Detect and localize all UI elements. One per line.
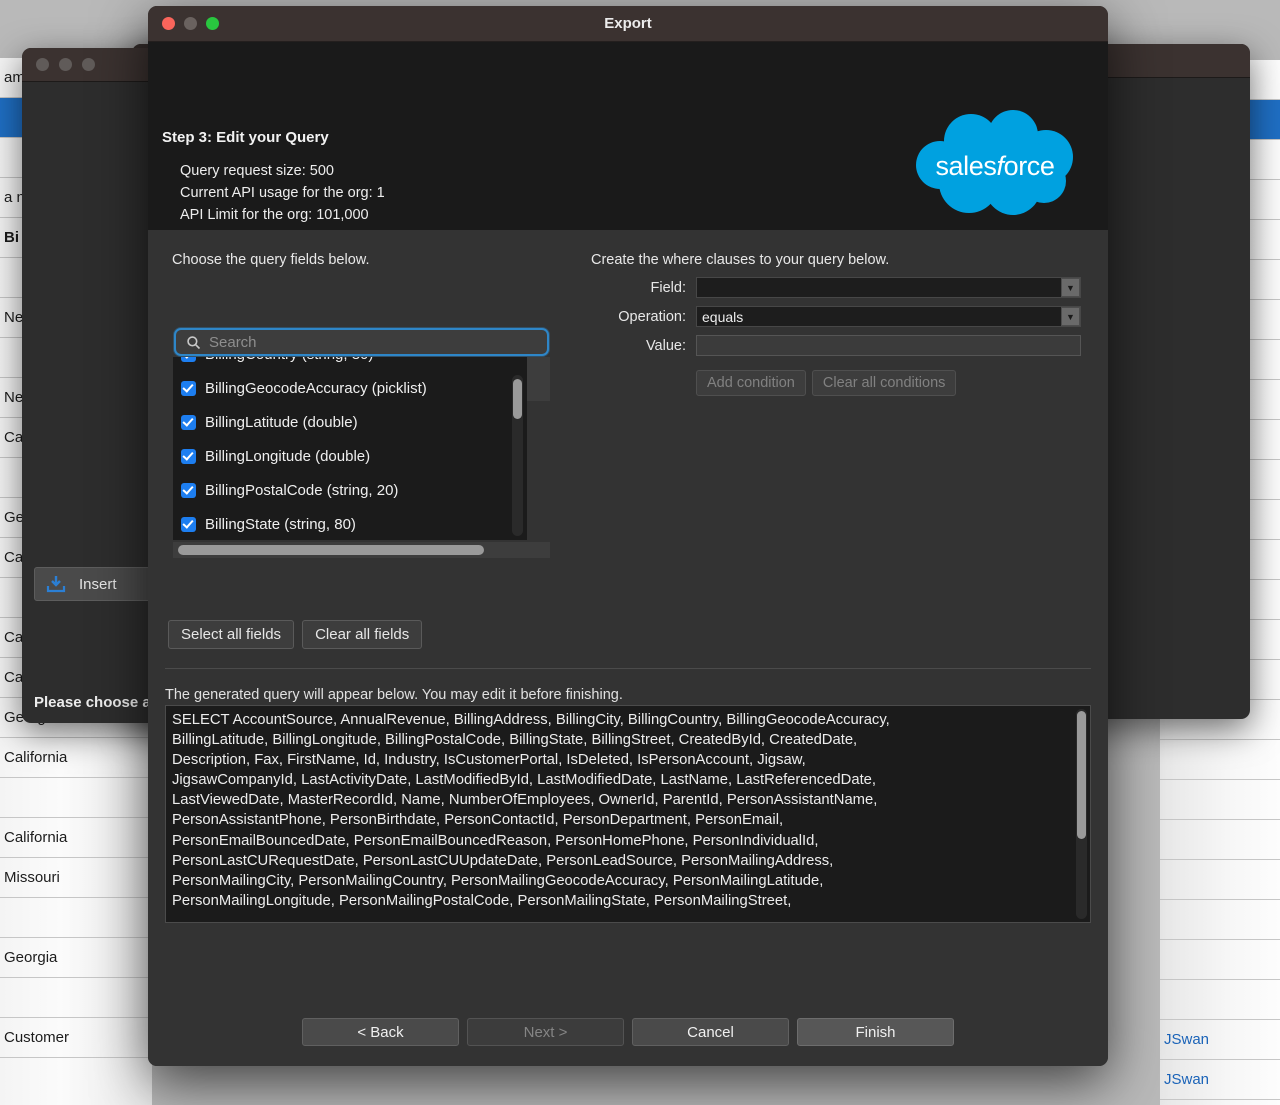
export-dialog[interactable]: Export Step 3: Edit your Query Query req… xyxy=(148,6,1108,1066)
query-scrollbar-track[interactable] xyxy=(1076,709,1087,919)
field-list-hscrollbar-track[interactable] xyxy=(173,542,550,558)
desktop-background: ama nBiNeNeCaGeCaCaCaliforniaGeorgiaCali… xyxy=(0,0,1280,1105)
field-list-item-label: BillingLongitude (double) xyxy=(205,447,371,465)
field-list-item[interactable]: BillingLongitude (double) xyxy=(173,439,527,473)
finish-button[interactable]: Finish xyxy=(797,1018,954,1046)
spreadsheet-row[interactable]: Georgia xyxy=(0,938,152,978)
select-all-fields-button[interactable]: Select all fields xyxy=(168,620,295,649)
field-list-item-label: BillingGeocodeAccuracy (picklist) xyxy=(205,379,427,397)
maximize-icon[interactable] xyxy=(206,17,219,30)
insert-button-label: Insert xyxy=(79,575,117,593)
search-input[interactable] xyxy=(209,333,537,351)
field-list-hscrollbar-thumb[interactable] xyxy=(178,545,484,555)
clear-all-conditions-button[interactable]: Clear all conditions xyxy=(811,370,957,396)
generated-query-box[interactable]: SELECT AccountSource, AnnualRevenue, Bil… xyxy=(165,705,1091,923)
checkbox-checked-icon[interactable] xyxy=(181,357,196,362)
checkbox-checked-icon[interactable] xyxy=(181,414,196,430)
insert-download-icon xyxy=(46,576,66,593)
field-list-item[interactable]: BillingState (string, 80) xyxy=(173,507,527,540)
spreadsheet-row[interactable] xyxy=(0,978,152,1018)
window-controls[interactable] xyxy=(162,17,219,30)
spreadsheet-row[interactable] xyxy=(1160,900,1280,940)
checkbox-checked-icon[interactable] xyxy=(181,448,196,464)
checkbox-checked-icon[interactable] xyxy=(181,380,196,396)
field-list-item-label: BillingPostalCode (string, 20) xyxy=(205,481,399,499)
spreadsheet-row[interactable] xyxy=(1160,860,1280,900)
close-icon[interactable] xyxy=(162,17,175,30)
salesforce-wordmark: salesforce xyxy=(935,151,1055,181)
close-icon[interactable] xyxy=(36,58,49,71)
spreadsheet-row[interactable]: JSwan xyxy=(1160,1060,1280,1100)
operation-select[interactable]: equals ▼ xyxy=(696,306,1081,327)
spreadsheet-row[interactable] xyxy=(1160,740,1280,780)
value-input[interactable] xyxy=(696,335,1081,356)
operation-row-label: Operation: xyxy=(618,308,686,325)
spreadsheet-row[interactable] xyxy=(1160,780,1280,820)
dialog-titlebar[interactable]: Export xyxy=(148,6,1108,42)
maximize-icon[interactable] xyxy=(82,58,95,71)
spreadsheet-row[interactable]: JSwan xyxy=(1160,1020,1280,1060)
field-row-label: Field: xyxy=(650,279,686,296)
spreadsheet-row[interactable] xyxy=(0,898,152,938)
spreadsheet-row[interactable]: California xyxy=(0,738,152,778)
section-divider xyxy=(165,668,1091,669)
checkbox-checked-icon[interactable] xyxy=(181,482,196,498)
fields-panel-label: Choose the query fields below. xyxy=(172,252,370,268)
minimize-icon[interactable] xyxy=(59,58,72,71)
dialog-title: Export xyxy=(604,15,652,32)
field-list-item[interactable]: BillingGeocodeAccuracy (picklist) xyxy=(173,371,527,405)
dialog-header: Step 3: Edit your Query Query request si… xyxy=(148,42,1108,245)
next-button[interactable]: Next > xyxy=(467,1018,624,1046)
checkbox-checked-icon[interactable] xyxy=(181,516,196,532)
condition-buttons: Add condition Clear all conditions xyxy=(696,370,1081,396)
dialog-body: Choose the query fields below. Create th… xyxy=(148,230,1108,998)
spreadsheet-row[interactable] xyxy=(1160,980,1280,1020)
field-list-scrollbar-track[interactable] xyxy=(512,375,523,536)
clear-all-fields-button[interactable]: Clear all fields xyxy=(302,620,423,649)
generated-query-text[interactable]: SELECT AccountSource, AnnualRevenue, Bil… xyxy=(166,706,1090,915)
spreadsheet-row[interactable] xyxy=(1160,940,1280,980)
search-field[interactable] xyxy=(174,328,549,356)
field-list-item[interactable]: BillingLatitude (double) xyxy=(173,405,527,439)
dialog-footer: < Back Next > Cancel Finish xyxy=(148,998,1108,1066)
spreadsheet-row[interactable]: Missouri xyxy=(0,858,152,898)
field-list-item-label: BillingCountry (string, 80) xyxy=(205,357,373,363)
where-clause-form: Field: ▼ Operation: equals ▼ Value: Add … xyxy=(591,277,1081,396)
spreadsheet-row[interactable]: California xyxy=(0,818,152,858)
add-condition-button[interactable]: Add condition xyxy=(696,370,806,396)
field-list-scrollbar-thumb[interactable] xyxy=(513,379,522,419)
field-select[interactable]: ▼ xyxy=(696,277,1081,298)
field-list-item[interactable]: BillingCountry (string, 80) xyxy=(173,357,527,371)
field-list-item-label: BillingLatitude (double) xyxy=(205,413,358,431)
chevron-down-icon[interactable]: ▼ xyxy=(1061,278,1080,297)
operation-select-value: equals xyxy=(702,308,744,325)
field-list-rows: BillingCountry (string, 80) BillingGeocod… xyxy=(173,357,527,540)
where-panel-label: Create the where clauses to your query b… xyxy=(591,252,890,268)
spreadsheet-row[interactable] xyxy=(0,778,152,818)
back-button[interactable]: < Back xyxy=(302,1018,459,1046)
generated-query-label: The generated query will appear below. Y… xyxy=(165,687,623,703)
field-list-item-label: BillingState (string, 80) xyxy=(205,515,356,533)
field-list[interactable]: BillingCountry (string, 80) BillingGeocod… xyxy=(173,357,527,540)
salesforce-logo: salesforce xyxy=(909,107,1081,223)
value-row-label: Value: xyxy=(645,337,686,354)
query-scrollbar-thumb[interactable] xyxy=(1077,711,1086,839)
value-row: Value: xyxy=(591,335,1081,356)
background-window-caption: Please choose a xyxy=(34,694,151,711)
search-icon xyxy=(187,335,201,349)
minimize-icon[interactable] xyxy=(184,17,197,30)
field-list-item[interactable]: BillingPostalCode (string, 20) xyxy=(173,473,527,507)
cancel-button[interactable]: Cancel xyxy=(632,1018,789,1046)
field-action-buttons: Select all fields Clear all fields xyxy=(168,620,423,649)
field-row: Field: ▼ xyxy=(591,277,1081,298)
spreadsheet-row[interactable] xyxy=(1160,820,1280,860)
chevron-down-icon[interactable]: ▼ xyxy=(1061,307,1080,326)
spreadsheet-row[interactable]: Customer xyxy=(0,1018,152,1058)
operation-row: Operation: equals ▼ xyxy=(591,306,1081,327)
